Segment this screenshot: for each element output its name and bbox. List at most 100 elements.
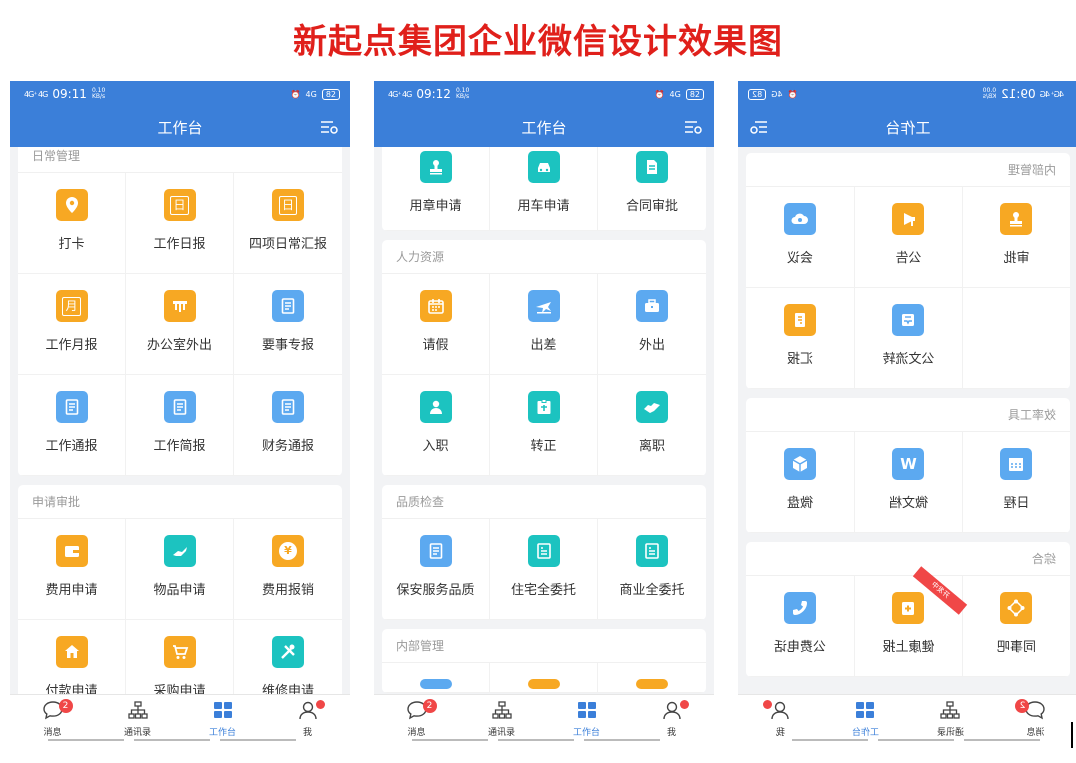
grid-item-label: 微盘 [787,496,814,511]
grid-item[interactable]: 入职 [382,375,490,476]
grid-item-label: 日程 [1003,496,1030,511]
network-type: 4G [669,89,681,99]
grid-item[interactable]: 公文流转 [854,288,962,389]
bottom-divider [498,739,574,741]
grid-item[interactable]: 会议 [746,187,854,288]
grid-item[interactable]: 工作通报 [18,375,126,476]
grid-item[interactable]: 商业全委托 [598,519,706,620]
grid-item[interactable]: 费用申请 [18,519,126,620]
grid-item[interactable]: 同事吧 [962,576,1070,677]
tab-chat[interactable]: 消息 2 [374,695,459,742]
network-speed: 0.10 KB/s [91,87,106,100]
tab-grid[interactable]: 工作台 [544,695,629,742]
section-card: 人力资源 请假 出差 外出 入职 转正 离职 [382,240,706,476]
org-chart-icon [940,700,962,725]
tab-grid[interactable]: 工作台 [823,695,908,742]
grid-item[interactable]: 日程 [962,432,1070,533]
grid-item[interactable]: W 微文档 [854,432,962,533]
grid-item[interactable]: 用车申请 [490,147,598,231]
grid-item-label: 汇报 [787,352,814,367]
grid-item[interactable]: 办公室外出 [126,274,234,375]
grid-item[interactable]: 请假 [382,274,490,375]
section-title: 内部管理 [382,629,706,663]
section-title: 品质检查 [382,485,706,519]
document-icon [272,290,304,322]
grid-item[interactable]: 公告 [854,187,962,288]
grid-item-label: 公费电话 [774,640,827,655]
grid-item[interactable]: 健康上报 开发中 [854,566,968,677]
document-icon [55,391,88,423]
grid-item-label: 用车申请 [517,199,570,214]
grid-item[interactable]: 付款申请 [18,620,126,694]
tab-user[interactable]: 我 [265,695,350,742]
nav-bar: 工作台 [738,107,1076,147]
signal-indicator: 4G⁺ 4G [24,89,48,99]
w-doc-icon: W [892,448,925,480]
grid-item[interactable]: 转正 [490,375,598,476]
megaphone-icon [892,203,925,235]
grid-item[interactable]: 采购申请 [126,620,234,694]
grid-item[interactable]: 微盘 [746,432,854,533]
grid-item[interactable]: ¥ 费用报销 [234,519,342,620]
grid-item[interactable]: 住宅全委托 [490,519,598,620]
grid-item-label: 采购申请 [153,684,206,694]
grid-item[interactable]: 工作简报 [126,375,234,476]
grid-item[interactable]: 汇报 [746,288,854,389]
network-type: 4G [771,89,783,99]
icon-glyph: W [900,454,917,473]
alarm-icon: ⏰ [290,89,301,99]
grid-item[interactable]: 物品申请 [126,519,234,620]
grid-icon [576,700,598,725]
settings-menu-icon[interactable] [320,119,338,135]
grid-item-label: 健康上报 [882,640,935,655]
grid-item[interactable]: 外出 [598,274,706,375]
section-card: 内部管理 审批 公告 会议 公文流转 汇报 [746,153,1070,389]
tab-org-chart[interactable]: 通讯录 [95,695,180,742]
yen-coin-icon: ¥ [272,535,304,567]
tab-label: 工作台 [208,727,236,738]
grid-item-label: 财务通报 [261,439,314,454]
settings-menu-icon[interactable] [684,119,702,135]
tab-user[interactable]: 我 [738,695,823,742]
tab-label: 我 [302,727,312,738]
grid-item[interactable]: 用章申请 [382,147,490,231]
grid-item[interactable]: 日工作日报 [126,173,234,274]
grid-item-label: 工作日报 [153,237,206,252]
section-card: 品质检查 保安服务品质 住宅全委托 商业全委托 [382,485,706,620]
grid-item[interactable]: 出差 [490,274,598,375]
tab-label: 工作台 [572,727,600,738]
status-bar: 4G⁺ 4G 09:12 0.10 KB/s ⏰ 4G 82 [374,81,714,107]
grid-item-label: 物品申请 [153,583,206,598]
grid-cell [598,663,706,693]
document-icon [163,391,196,423]
grid-item[interactable]: 打卡 [18,173,126,274]
grid-item[interactable]: 公费电话 [746,576,854,677]
grid-item[interactable]: 月工作月报 [18,274,126,375]
grid-item[interactable]: 离职 [598,375,706,476]
tab-org-chart[interactable]: 通讯录 [459,695,544,742]
icon-glyph: 日 [278,195,297,215]
grid-item[interactable]: 保安服务品质 [382,519,490,620]
grid-item[interactable]: 审批 [962,187,1070,288]
org-chart-icon [127,700,149,725]
calendar-day-icon: 日 [272,189,304,221]
tab-grid[interactable]: 工作台 [180,695,265,742]
partial-row [382,663,706,693]
tab-bar: 消息 2 通讯录 工作台 我 [10,694,350,742]
stamp-icon [1000,203,1033,235]
tab-label: 我 [776,727,786,738]
tab-chat[interactable]: 消息 2 [10,695,95,742]
grid-item[interactable]: 维修申请 [234,620,342,694]
tab-user[interactable]: 我 [629,695,714,742]
grid-item[interactable]: 日四项日常汇报 [234,173,342,274]
settings-menu-icon[interactable] [750,119,768,135]
truncated-icon [527,679,560,689]
grid-item-label: 住宅全委托 [510,583,576,598]
document-icon [419,535,452,567]
tab-chat[interactable]: 消息 2 [993,695,1076,742]
list-doc-icon [636,535,668,567]
grid-item[interactable]: 要事专报 [234,274,342,375]
tab-org-chart[interactable]: 通讯录 [908,695,993,742]
grid-item[interactable]: 财务通报 [234,375,342,476]
grid-item[interactable]: 合同审批 [598,147,706,231]
